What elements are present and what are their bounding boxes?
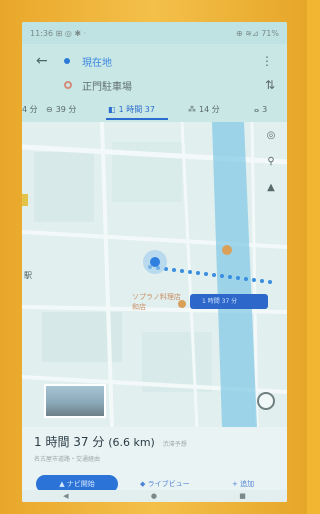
recents-nav-icon[interactable]: ■ xyxy=(239,492,246,500)
station-label: 駅 xyxy=(24,271,32,280)
status-time: 11:36 ⊞ ◎ ✱ · xyxy=(30,28,87,38)
route-header: ← 現在地 ⋮ 正門駐車場 ⇅ 4 分 ⊖ 39 分 ◧ 1 時間 37 ⁂ 1… xyxy=(22,44,287,122)
back-arrow-icon[interactable]: ← xyxy=(36,53,48,69)
map-view[interactable]: ◎ ⚲ ▲ 駅 ソプラノ料理店 和店 1 時間 37 分 xyxy=(22,122,287,427)
live-view-icon: ◆ xyxy=(140,480,148,488)
tab-car[interactable]: ⊖ 39 分 xyxy=(46,104,76,115)
travel-mode-tabs: 4 分 ⊖ 39 分 ◧ 1 時間 37 ⁂ 14 分 ⴰ 3 xyxy=(22,98,287,120)
bike-icon: ⴰ xyxy=(254,104,260,114)
phone-screen: 11:36 ⊞ ◎ ✱ · ⊕ ≋⊿ 71% ← 現在地 ⋮ 正門駐車場 ⇅ 4… xyxy=(22,22,287,502)
more-menu-icon[interactable]: ⋮ xyxy=(261,54,273,68)
compass-icon[interactable]: ▲ xyxy=(263,180,279,196)
route-via: 名古屋市道路・交通経由 xyxy=(34,456,101,463)
street-view-thumbnail[interactable] xyxy=(44,384,106,418)
my-location-icon[interactable] xyxy=(257,392,275,410)
add-icon: + xyxy=(232,480,241,488)
walk-icon: ⁂ xyxy=(188,104,196,114)
search-icon[interactable]: ⚲ xyxy=(263,154,279,170)
map-canvas xyxy=(22,122,287,427)
route-distance: (6.6 km) xyxy=(108,436,155,449)
layers-icon[interactable]: ◎ xyxy=(263,128,279,144)
destination-field[interactable]: 正門駐車場 xyxy=(82,78,132,93)
back-nav-icon[interactable]: ◀ xyxy=(63,492,68,500)
destination-pin-icon xyxy=(64,81,72,89)
origin-row: ← 現在地 ⋮ xyxy=(22,50,287,72)
navigation-arrow-icon: ▲ xyxy=(59,480,67,488)
swap-icon[interactable]: ⇅ xyxy=(265,78,275,92)
traffic-note: 渋滞予想 xyxy=(162,441,187,448)
transit-icon: ◧ xyxy=(108,104,116,114)
car-icon: ⊖ xyxy=(46,104,53,114)
origin-dot-icon xyxy=(64,58,70,64)
tab-bike[interactable]: ⴰ 3 xyxy=(254,105,267,114)
tab-walk[interactable]: ⁂ 14 分 xyxy=(188,104,220,115)
home-nav-icon[interactable]: ● xyxy=(151,492,157,500)
tab-partial[interactable]: 4 分 xyxy=(22,104,38,115)
status-bar: 11:36 ⊞ ◎ ✱ · ⊕ ≋⊿ 71% xyxy=(22,22,287,44)
system-nav-bar: ◀ ● ■ xyxy=(22,490,287,502)
origin-field[interactable]: 現在地 xyxy=(82,54,112,69)
status-battery: ⊕ ≋⊿ 71% xyxy=(236,28,279,38)
route-duration: 1 時間 37 分 (6.6 km) 渋滞予想 xyxy=(34,435,187,449)
destination-row: 正門駐車場 ⇅ xyxy=(22,74,287,96)
tab-transit[interactable]: ◧ 1 時間 37 xyxy=(108,104,155,115)
route-time-chip[interactable]: 1 時間 37 分 xyxy=(190,294,268,309)
place-label[interactable]: ソプラノ料理店 和店 xyxy=(132,292,181,312)
route-summary-sheet: 1 時間 37 分 (6.6 km) 渋滞予想 名古屋市道路・交通経由 ▲ ナビ… xyxy=(22,427,287,502)
active-tab-indicator xyxy=(106,118,168,120)
